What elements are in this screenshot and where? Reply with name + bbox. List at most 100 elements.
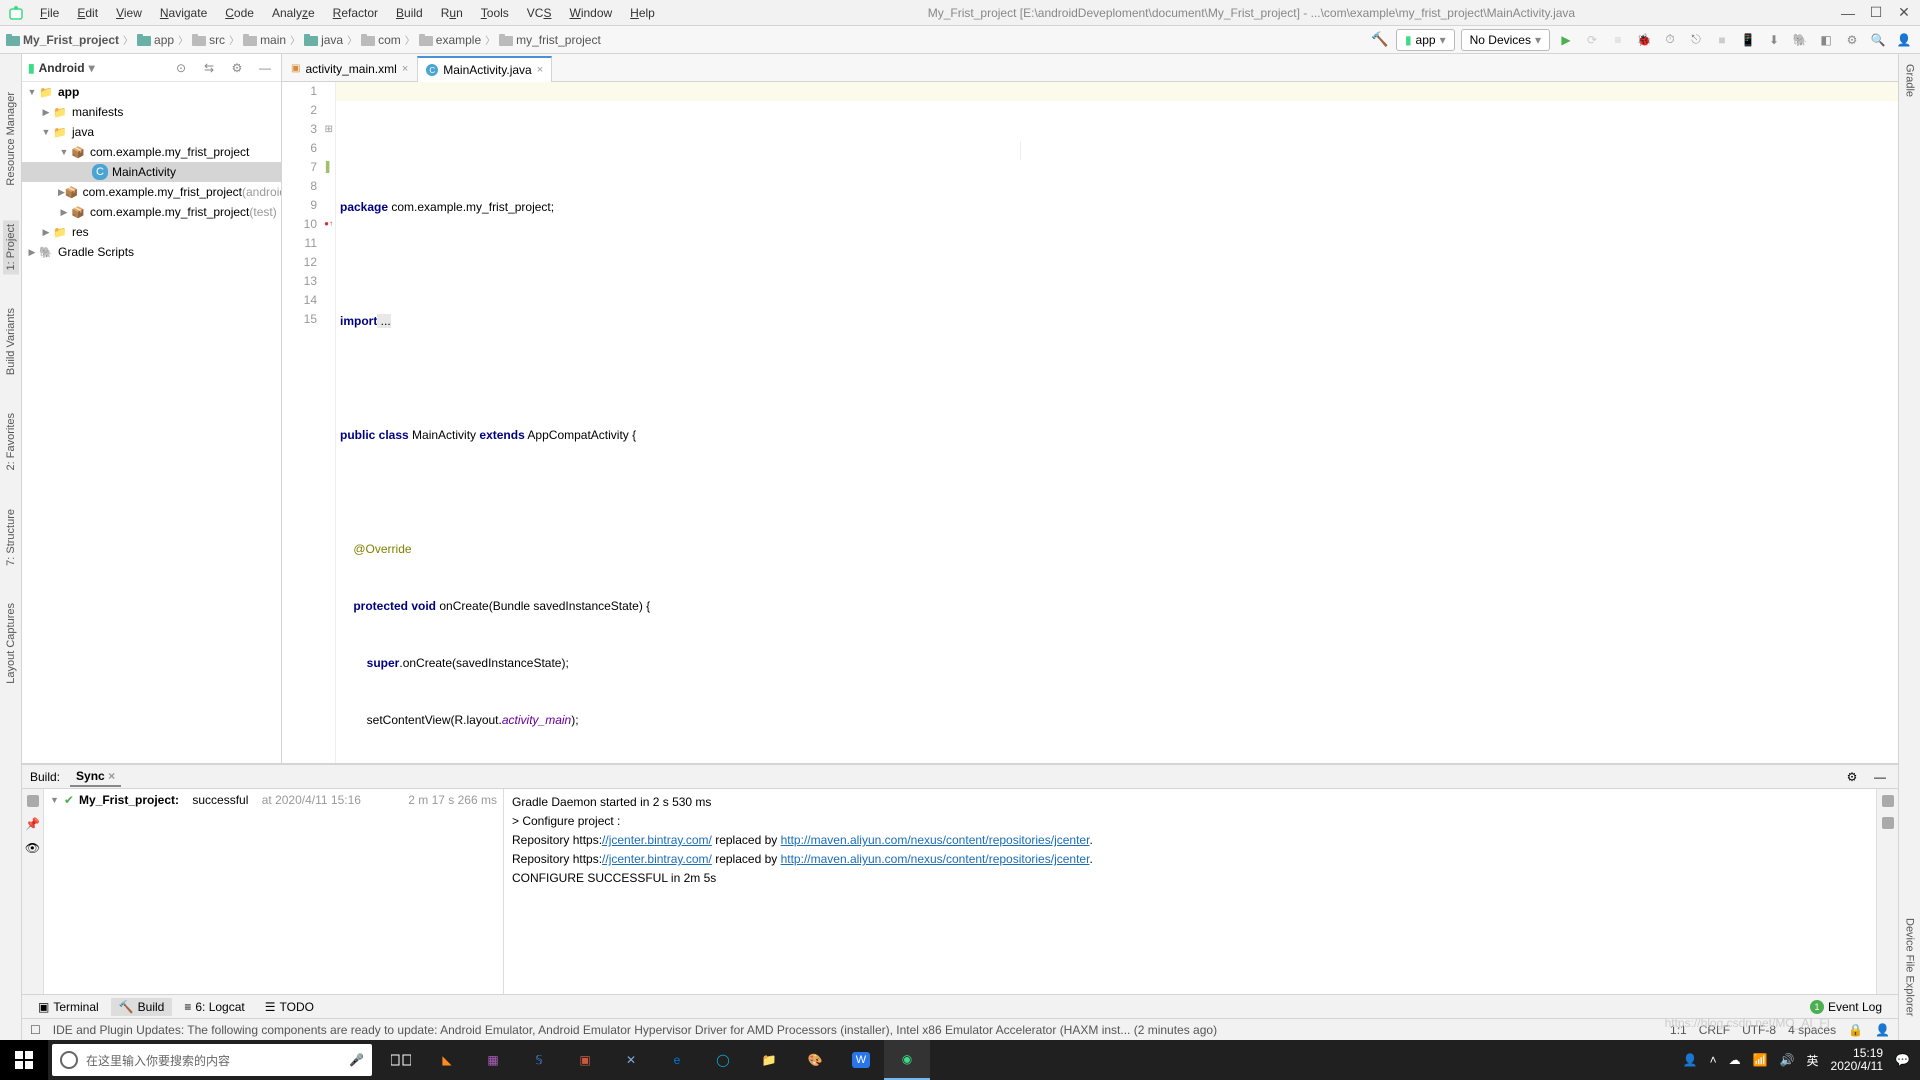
debug-icon[interactable]: 🐞: [1634, 30, 1654, 50]
project-tree[interactable]: ▼📁app ▶📁manifests ▼📁java ▼📦com.example.m…: [22, 82, 281, 763]
run-icon[interactable]: ▶: [1556, 30, 1576, 50]
filter-icon[interactable]: [27, 795, 39, 807]
menu-view[interactable]: View: [108, 3, 150, 23]
link-aliyun[interactable]: http://maven.aliyun.com/nexus/content/re…: [781, 833, 1090, 847]
apply-code-icon[interactable]: ≡: [1608, 30, 1628, 50]
rail-structure[interactable]: 7: Structure: [3, 505, 19, 570]
task-app-2[interactable]: ▦: [470, 1040, 516, 1080]
hide-pane-icon[interactable]: —: [255, 58, 275, 78]
start-button[interactable]: [0, 1040, 48, 1080]
close-tab-icon[interactable]: ×: [537, 64, 543, 76]
breadcrumb-item[interactable]: example: [419, 33, 481, 47]
btab-event-log[interactable]: 1 Event Log: [1802, 998, 1890, 1016]
attach-debugger-icon[interactable]: ⎋: [1686, 30, 1706, 50]
make-project-icon[interactable]: 🔨: [1370, 30, 1390, 50]
tree-res[interactable]: ▶📁res: [22, 222, 281, 242]
tree-manifests[interactable]: ▶📁manifests: [22, 102, 281, 122]
btab-todo[interactable]: ☰ TODO: [257, 998, 322, 1016]
stop-icon[interactable]: ■: [1712, 30, 1732, 50]
breadcrumb-item[interactable]: app: [137, 33, 174, 47]
task-app-3[interactable]: 𝕊: [516, 1040, 562, 1080]
menu-build[interactable]: Build: [388, 3, 431, 23]
eye-icon[interactable]: 👁: [25, 841, 40, 855]
menu-tools[interactable]: Tools: [473, 3, 517, 23]
build-settings-icon[interactable]: ⚙: [1842, 767, 1862, 787]
menu-help[interactable]: Help: [622, 3, 663, 23]
pin-icon[interactable]: 📌: [25, 817, 40, 831]
breadcrumb-item[interactable]: my_frist_project: [499, 33, 601, 47]
menu-run[interactable]: Run: [433, 3, 471, 23]
tray-cloud-icon[interactable]: ☁: [1729, 1053, 1741, 1067]
tray-chevron-icon[interactable]: ˄: [1710, 1053, 1717, 1067]
task-explorer[interactable]: 📁: [746, 1040, 792, 1080]
tray-ime-icon[interactable]: 英: [1807, 1052, 1819, 1069]
tray-notifications-icon[interactable]: 💬: [1895, 1053, 1910, 1067]
task-app-7[interactable]: W: [838, 1040, 884, 1080]
sync-icon[interactable]: 🐘: [1790, 30, 1810, 50]
tab-activity-main[interactable]: ▣activity_main.xml×: [282, 55, 417, 81]
breadcrumb-item[interactable]: My_Frist_project: [6, 33, 119, 47]
status-icon[interactable]: ☐: [30, 1023, 41, 1037]
taskbar-search[interactable]: 在这里输入你要搜索的内容 🎤: [52, 1044, 372, 1076]
menu-navigate[interactable]: Navigate: [152, 3, 215, 23]
tray-people-icon[interactable]: 👤: [1683, 1053, 1698, 1067]
tray-clock[interactable]: 15:192020/4/11: [1831, 1047, 1884, 1073]
project-view-selector[interactable]: ▮Android ▾: [28, 61, 95, 75]
breadcrumb-item[interactable]: java: [304, 33, 343, 47]
task-paint[interactable]: 🎨: [792, 1040, 838, 1080]
device-dropdown[interactable]: No Devices▾: [1461, 29, 1550, 51]
tree-pkg3[interactable]: ▶📦com.example.my_frist_project (test): [22, 202, 281, 222]
rail-resource-manager[interactable]: Resource Manager: [3, 88, 19, 190]
close-tab-icon[interactable]: ×: [402, 63, 408, 75]
scroll-icon[interactable]: [1882, 817, 1894, 829]
build-tab-sync[interactable]: Sync ×: [70, 767, 121, 787]
profiler-icon[interactable]: ⏱: [1660, 30, 1680, 50]
btab-build[interactable]: 🔨 Build: [111, 998, 173, 1016]
link-jcenter[interactable]: //jcenter.bintray.com/: [602, 833, 712, 847]
avd-manager-icon[interactable]: 📱: [1738, 30, 1758, 50]
task-app-4[interactable]: ▣: [562, 1040, 608, 1080]
locate-file-icon[interactable]: ⊙: [171, 58, 191, 78]
btab-logcat[interactable]: ≡ 6: Logcat: [176, 998, 252, 1016]
maximize-button[interactable]: ☐: [1868, 5, 1884, 21]
rail-gradle[interactable]: Gradle: [1902, 60, 1918, 101]
task-app-5[interactable]: ✕: [608, 1040, 654, 1080]
tray-volume-icon[interactable]: 🔊: [1780, 1053, 1795, 1067]
run-config-dropdown[interactable]: ▮app▾: [1396, 29, 1455, 51]
task-app-1[interactable]: ◣: [424, 1040, 470, 1080]
tree-java[interactable]: ▼📁java: [22, 122, 281, 142]
sdk-manager-icon[interactable]: ⬇: [1764, 30, 1784, 50]
task-android-studio[interactable]: ◉: [884, 1040, 930, 1080]
menu-file[interactable]: File: [32, 3, 67, 23]
menu-window[interactable]: Window: [561, 3, 620, 23]
breadcrumb-item[interactable]: src: [192, 33, 225, 47]
link-jcenter[interactable]: //jcenter.bintray.com/: [602, 852, 712, 866]
task-app-6[interactable]: ◯: [700, 1040, 746, 1080]
code-area[interactable]: package com.example.my_frist_project; im…: [336, 82, 1898, 763]
tab-main-activity[interactable]: CMainActivity.java×: [417, 56, 552, 82]
status-lock-icon[interactable]: 🔒: [1848, 1023, 1863, 1037]
rail-build-variants[interactable]: Build Variants: [3, 304, 19, 379]
menu-analyze[interactable]: Analyze: [264, 3, 323, 23]
wrap-icon[interactable]: [1882, 795, 1894, 807]
structure-icon[interactable]: ⚙: [1842, 30, 1862, 50]
mic-icon[interactable]: 🎤: [349, 1053, 364, 1067]
task-edge[interactable]: e: [654, 1040, 700, 1080]
menu-refactor[interactable]: Refactor: [325, 3, 386, 23]
apply-changes-icon[interactable]: ⟳: [1582, 30, 1602, 50]
lint-icon[interactable]: ◧: [1816, 30, 1836, 50]
rail-device-explorer[interactable]: Device File Explorer: [1902, 914, 1918, 1020]
tree-pkg2[interactable]: ▶📦com.example.my_frist_project (androidT…: [22, 182, 281, 202]
tree-pkg1[interactable]: ▼📦com.example.my_frist_project: [22, 142, 281, 162]
tree-app[interactable]: ▼📁app: [22, 82, 281, 102]
rail-layout-captures[interactable]: Layout Captures: [3, 599, 19, 688]
rail-favorites[interactable]: 2: Favorites: [3, 409, 19, 474]
collapse-icon[interactable]: ⇆: [199, 58, 219, 78]
tray-wifi-icon[interactable]: 📶: [1753, 1053, 1768, 1067]
rail-project[interactable]: 1: Project: [3, 220, 19, 274]
tree-main-activity[interactable]: CMainActivity: [22, 162, 281, 182]
tree-gradle[interactable]: ▶🐘Gradle Scripts: [22, 242, 281, 262]
editor-body[interactable]: 123⊞6 7▌8 910●↑ 1112131415 package com.e…: [282, 82, 1898, 763]
minimize-button[interactable]: —: [1840, 5, 1856, 21]
menu-code[interactable]: Code: [217, 3, 262, 23]
